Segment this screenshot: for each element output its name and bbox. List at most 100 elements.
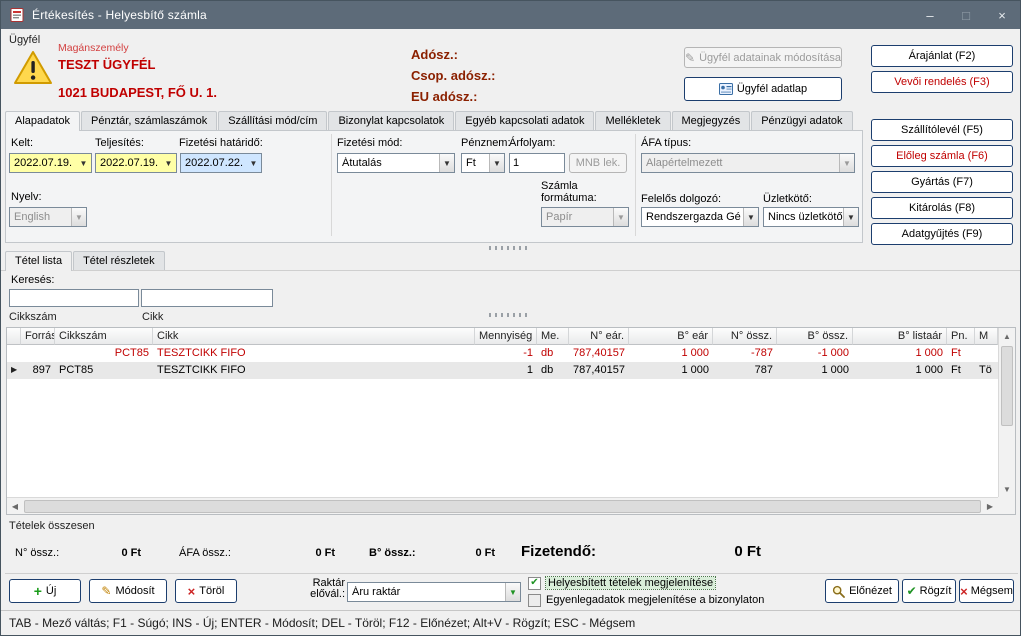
column-header-mennyiseg[interactable]: Mennyiség [475,328,537,345]
corrected-items-checkbox[interactable]: ✔ Helyesbített tételek megjelenítése [528,576,715,590]
column-header-n-ear[interactable]: N° eár. [569,328,629,345]
column-header-m[interactable]: M [975,328,998,345]
outbound-button[interactable]: Kitárolás (F8) [871,197,1013,219]
column-header-me[interactable]: Me. [537,328,569,345]
maximize-button[interactable]: □ [948,1,984,29]
close-button[interactable]: × [984,1,1020,29]
column-header-pn[interactable]: Pn. [947,328,975,345]
tab-penztar-szamlaszamok[interactable]: Pénztár, számlaszámok [81,111,217,130]
chevron-down-icon[interactable]: ▼ [505,583,520,601]
chevron-down-icon[interactable]: ▼ [76,154,91,172]
customer-order-button[interactable]: Vevői rendelés (F3) [871,71,1013,93]
tab-mellekletek[interactable]: Mellékletek [595,111,670,130]
arfolyam-input[interactable] [509,153,565,173]
tab-szallitasi-mod-cim[interactable]: Szállítási mód/cím [218,111,327,130]
customer-name: TESZT ÜGYFÉL [58,57,156,72]
vertical-scrollbar[interactable]: ▲ ▼ [998,328,1015,497]
horizontal-scroll-thumb[interactable] [24,500,981,513]
status-bar: TAB - Mező váltás; F1 - Súgó; INS - Új; … [1,610,1020,635]
penznem-combo[interactable]: Ft ▼ [461,153,505,173]
modify-customer-button: ✎ Ügyfél adatainak módosítása [684,47,842,68]
search-cikk-input[interactable] [141,289,273,307]
quote-button[interactable]: Árajánlat (F2) [871,45,1013,67]
production-label: Gyártás (F7) [911,176,973,188]
horizontal-scrollbar[interactable]: ◀ ▶ [7,497,998,514]
scroll-right-icon[interactable]: ▶ [982,498,998,514]
delete-item-button[interactable]: × Töröl [175,579,237,603]
preview-button[interactable]: Előnézet [825,579,899,603]
delivery-note-button[interactable]: Szállítólevél (F5) [871,119,1013,141]
checkmark-icon[interactable]: ✔ [528,577,541,590]
column-header-forras[interactable]: Forrás [21,328,55,345]
warehouse-combo[interactable]: Áru raktár ▼ [347,582,521,602]
column-header-cikkszam[interactable]: Cikkszám [55,328,153,345]
cancel-button[interactable]: × Mégsem [959,579,1014,603]
uzletkoto-combo[interactable]: Nincs üzletkötő ▼ [763,207,859,227]
felelos-dolgozo-label: Felelős dolgozó: [641,193,721,205]
table-row[interactable]: PCT85 TESZTCIKK FIFO -1 db 787,40157 1 0… [7,345,998,362]
cell-n-ear: 787,40157 [569,362,629,379]
new-item-label: Új [46,585,56,597]
minimize-button[interactable]: – [912,1,948,29]
scroll-down-icon[interactable]: ▼ [999,481,1015,497]
chevron-down-icon[interactable]: ▼ [743,208,758,226]
column-header-b-ossz[interactable]: B° össz. [777,328,853,345]
splitter-handle[interactable] [489,246,531,250]
kelt-value: 2022.07.19. [10,157,76,169]
chevron-down-icon[interactable]: ▼ [843,208,858,226]
modify-item-button[interactable]: ✎ Módosít [89,579,167,603]
fizetesi-hatarido-date-combo[interactable]: 2022.07.22. ▼ [180,153,262,173]
data-collection-button[interactable]: Adatgyűjtés (F9) [871,223,1013,245]
column-header-b-listaar[interactable]: B° listaár [853,328,947,345]
tab-tetel-reszletek[interactable]: Tétel részletek [73,251,165,270]
splitter-handle[interactable] [489,313,531,317]
tax-number-label: Adósz.: [411,47,458,62]
cell-m [975,345,998,362]
chevron-down-icon[interactable]: ▼ [161,154,176,172]
search-cikk-label: Cikk [142,311,163,323]
delivery-note-label: Szállítólevél (F5) [901,124,983,136]
column-header-b-ear[interactable]: B° eár [629,328,713,345]
tab-egyeb-kapcsolati-adatok[interactable]: Egyéb kapcsolati adatok [455,111,594,130]
chevron-down-icon: ▼ [613,208,628,226]
chevron-down-icon[interactable]: ▼ [439,154,454,172]
cell-b-ossz: 1 000 [777,362,853,379]
felelos-dolgozo-value: Rendszergazda Gé [642,211,743,223]
production-button[interactable]: Gyártás (F7) [871,171,1013,193]
cell-pn: Ft [947,345,975,362]
search-cikkszam-input[interactable] [9,289,139,307]
szamla-formatum-combo: Papír ▼ [541,207,629,227]
tab-megjegyzes[interactable]: Megjegyzés [672,111,751,130]
fizetesi-mod-combo[interactable]: Átutalás ▼ [337,153,455,173]
advance-invoice-button[interactable]: Előleg számla (F6) [871,145,1013,167]
scroll-up-icon[interactable]: ▲ [999,328,1015,344]
vertical-scroll-thumb[interactable] [1001,346,1013,426]
teljesites-date-combo[interactable]: 2022.07.19. ▼ [95,153,177,173]
scroll-left-icon[interactable]: ◀ [7,498,23,514]
customer-type: Magánszemély [58,42,129,54]
kelt-date-combo[interactable]: 2022.07.19. ▼ [9,153,92,173]
tab-alapadatok[interactable]: Alapadatok [5,111,80,131]
plus-icon: + [34,585,42,597]
vat-total-label: ÁFA össz.: [179,547,231,559]
tab-tetel-lista[interactable]: Tétel lista [5,251,72,271]
new-item-button[interactable]: + Új [9,579,81,603]
table-row-selected[interactable]: ▶ 897 PCT85 TESZTCIKK FIFO 1 db 787,4015… [7,362,998,379]
balance-data-checkbox[interactable]: Egyenlegadatok megjelenítése a bizonylat… [528,593,764,607]
checkbox-empty-icon[interactable] [528,594,541,607]
chevron-down-icon[interactable]: ▼ [246,154,261,172]
payable-value: 0 Ft [649,543,761,560]
column-header-n-ossz[interactable]: N° össz. [713,328,777,345]
cancel-label: Mégsem [971,585,1013,597]
felelos-dolgozo-combo[interactable]: Rendszergazda Gé ▼ [641,207,759,227]
check-icon: ✔ [907,584,917,598]
chevron-down-icon[interactable]: ▼ [489,154,504,172]
customer-datasheet-button[interactable]: Ügyfél adatlap [684,77,842,101]
kelt-label: Kelt: [11,137,33,149]
save-button[interactable]: ✔ Rögzít [902,579,956,603]
detail-tabstrip: Tétel lista Tétel részletek [5,251,166,271]
tab-bizonylat-kapcsolatok[interactable]: Bizonylat kapcsolatok [328,111,454,130]
tab-penzugyi-adatok[interactable]: Pénzügyi adatok [751,111,852,130]
group-tax-number-label: Csop. adósz.: [411,68,496,83]
column-header-cikk[interactable]: Cikk [153,328,475,345]
